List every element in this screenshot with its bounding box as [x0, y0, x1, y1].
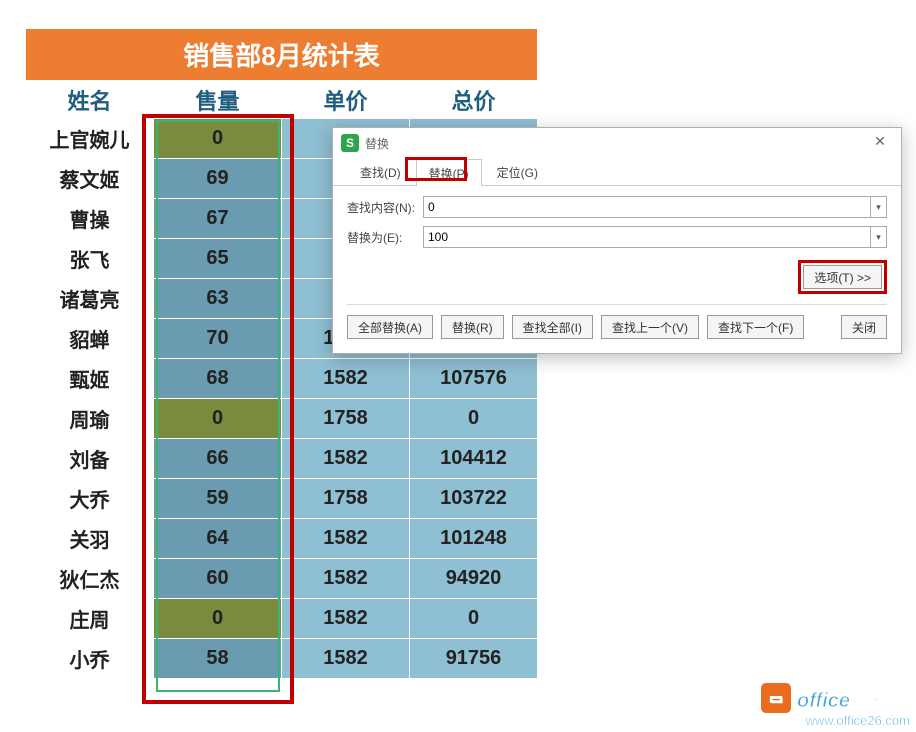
- annotation-red-box-options: 选项(T) >>: [798, 260, 887, 294]
- cell-name[interactable]: 蔡文姬: [26, 159, 154, 199]
- cell-qty[interactable]: 65: [154, 239, 282, 279]
- table-row[interactable]: 庄周015820: [26, 599, 538, 639]
- cell-total[interactable]: 101248: [410, 519, 538, 559]
- table-row[interactable]: 大乔591758103722: [26, 479, 538, 519]
- watermark-badge-icon: ▭: [761, 683, 791, 713]
- cell-name[interactable]: 狄仁杰: [26, 559, 154, 599]
- cell-qty[interactable]: 63: [154, 279, 282, 319]
- cell-qty[interactable]: 66: [154, 439, 282, 479]
- table-title: 销售部8月统计表: [26, 29, 538, 81]
- cell-qty[interactable]: 58: [154, 639, 282, 679]
- find-dropdown-icon[interactable]: ▾: [871, 196, 887, 218]
- watermark-text: office教程网: [797, 684, 910, 713]
- cell-qty[interactable]: 70: [154, 319, 282, 359]
- cell-name[interactable]: 庄周: [26, 599, 154, 639]
- cell-qty[interactable]: 0: [154, 599, 282, 639]
- watermark: ▭ office教程网 www.office26.com: [761, 683, 910, 728]
- cell-name[interactable]: 曹操: [26, 199, 154, 239]
- tab-find[interactable]: 查找(D): [347, 158, 414, 185]
- cell-name[interactable]: 张飞: [26, 239, 154, 279]
- cell-name[interactable]: 大乔: [26, 479, 154, 519]
- header-total: 总价: [410, 81, 538, 119]
- table-row[interactable]: 狄仁杰60158294920: [26, 559, 538, 599]
- find-replace-dialog: S 替换 ✕ 查找(D) 替换(P) 定位(G) 查找内容(N): ▾ 替换为(…: [332, 127, 902, 354]
- cell-total[interactable]: 0: [410, 399, 538, 439]
- cell-price[interactable]: 1582: [282, 599, 410, 639]
- app-icon: S: [341, 134, 359, 152]
- cell-name[interactable]: 小乔: [26, 639, 154, 679]
- cell-qty[interactable]: 64: [154, 519, 282, 559]
- cell-qty[interactable]: 59: [154, 479, 282, 519]
- find-input[interactable]: [423, 196, 871, 218]
- cell-total[interactable]: 94920: [410, 559, 538, 599]
- replace-input[interactable]: [423, 226, 871, 248]
- cell-price[interactable]: 1582: [282, 639, 410, 679]
- header-name: 姓名: [26, 81, 154, 119]
- tab-replace[interactable]: 替换(P): [416, 159, 482, 186]
- tab-goto[interactable]: 定位(G): [484, 158, 551, 185]
- header-qty: 售量: [154, 81, 282, 119]
- cell-total[interactable]: 104412: [410, 439, 538, 479]
- table-row[interactable]: 刘备661582104412: [26, 439, 538, 479]
- close-button[interactable]: 关闭: [841, 315, 887, 339]
- dialog-tabs: 查找(D) 替换(P) 定位(G): [333, 158, 901, 186]
- find-next-button[interactable]: 查找下一个(F): [707, 315, 804, 339]
- header-price: 单价: [282, 81, 410, 119]
- cell-total[interactable]: 0: [410, 599, 538, 639]
- dialog-title: 替换: [365, 135, 867, 152]
- table-header-row: 姓名 售量 单价 总价: [26, 81, 538, 119]
- cell-price[interactable]: 1582: [282, 439, 410, 479]
- replace-label: 替换为(E):: [347, 229, 423, 246]
- cell-name[interactable]: 刘备: [26, 439, 154, 479]
- cell-total[interactable]: 103722: [410, 479, 538, 519]
- cell-qty[interactable]: 60: [154, 559, 282, 599]
- cell-qty[interactable]: 67: [154, 199, 282, 239]
- cell-qty[interactable]: 0: [154, 399, 282, 439]
- find-prev-button[interactable]: 查找上一个(V): [601, 315, 699, 339]
- replace-all-button[interactable]: 全部替换(A): [347, 315, 433, 339]
- cell-price[interactable]: 1582: [282, 359, 410, 399]
- options-button[interactable]: 选项(T) >>: [803, 265, 882, 289]
- cell-name[interactable]: 诸葛亮: [26, 279, 154, 319]
- cell-qty[interactable]: 69: [154, 159, 282, 199]
- find-label: 查找内容(N):: [347, 199, 423, 216]
- cell-name[interactable]: 貂蝉: [26, 319, 154, 359]
- dialog-titlebar[interactable]: S 替换 ✕: [333, 128, 901, 158]
- cell-price[interactable]: 1758: [282, 479, 410, 519]
- table-row[interactable]: 周瑜017580: [26, 399, 538, 439]
- cell-name[interactable]: 关羽: [26, 519, 154, 559]
- cell-qty[interactable]: 68: [154, 359, 282, 399]
- table-row[interactable]: 小乔58158291756: [26, 639, 538, 679]
- replace-button[interactable]: 替换(R): [441, 315, 504, 339]
- cell-total[interactable]: 91756: [410, 639, 538, 679]
- replace-dropdown-icon[interactable]: ▾: [871, 226, 887, 248]
- cell-name[interactable]: 周瑜: [26, 399, 154, 439]
- cell-name[interactable]: 上官婉儿: [26, 119, 154, 159]
- watermark-url: www.office26.com: [761, 713, 910, 728]
- cell-total[interactable]: 107576: [410, 359, 538, 399]
- table-row[interactable]: 甄姬681582107576: [26, 359, 538, 399]
- cell-price[interactable]: 1758: [282, 399, 410, 439]
- table-row[interactable]: 关羽641582101248: [26, 519, 538, 559]
- cell-price[interactable]: 1582: [282, 559, 410, 599]
- cell-name[interactable]: 甄姬: [26, 359, 154, 399]
- cell-price[interactable]: 1582: [282, 519, 410, 559]
- cell-qty[interactable]: 0: [154, 119, 282, 159]
- find-all-button[interactable]: 查找全部(I): [512, 315, 593, 339]
- close-icon[interactable]: ✕: [867, 133, 893, 153]
